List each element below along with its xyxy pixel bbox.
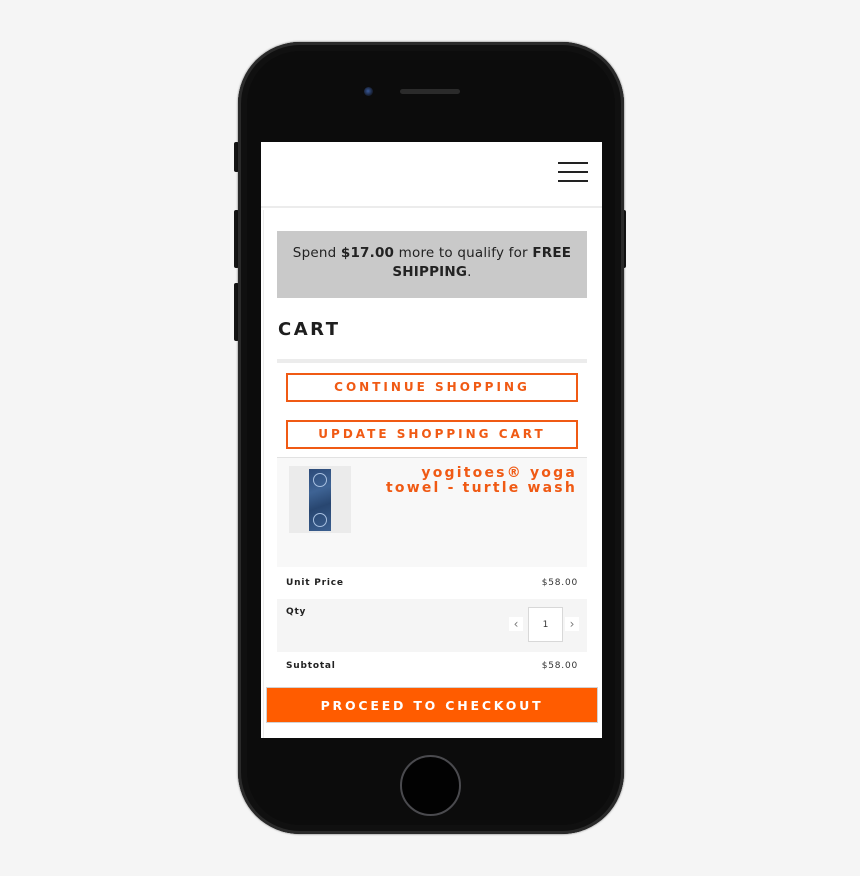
proceed-to-checkout-button[interactable]: PROCEED TO CHECKOUT (266, 687, 598, 723)
home-button (400, 755, 461, 816)
subtotal-value: $58.00 (541, 661, 578, 671)
hamburger-menu-icon[interactable] (558, 160, 588, 184)
banner-middle: more to qualify for (394, 245, 533, 261)
menu-line (558, 180, 588, 182)
content-divider (263, 210, 264, 738)
qty-decrement-chevron-left-icon[interactable]: ‹ (509, 617, 523, 631)
unit-price-value: $58.00 (541, 578, 578, 588)
subtotal-row: Subtotal $58.00 (277, 652, 587, 686)
front-camera-icon (364, 87, 373, 96)
phone-screen: Spend $17.00 more to qualify for FREE SH… (261, 142, 602, 738)
cart-item: yogitoes® yoga towel - turtle wash (277, 458, 587, 567)
unit-price-label: Unit Price (286, 578, 344, 588)
banner-suffix: . (467, 264, 472, 280)
banner-prefix: Spend (292, 245, 341, 261)
title-divider (277, 359, 587, 363)
qty-label: Qty (286, 607, 307, 617)
quantity-row: Qty ‹ › (277, 599, 587, 652)
continue-shopping-button[interactable]: CONTINUE SHOPPING (286, 373, 578, 402)
quantity-input[interactable] (528, 607, 563, 642)
page-title: CART (278, 319, 341, 340)
site-header (261, 142, 602, 208)
product-name-link[interactable]: yogitoes® yoga towel - turtle wash (377, 466, 577, 496)
phone-mockup-stage: Spend $17.00 more to qualify for FREE SH… (0, 0, 860, 876)
free-shipping-banner: Spend $17.00 more to qualify for FREE SH… (277, 231, 587, 298)
banner-amount: $17.00 (340, 245, 395, 261)
yoga-towel-image (309, 468, 331, 531)
qty-increment-chevron-right-icon[interactable]: › (565, 617, 579, 631)
subtotal-label: Subtotal (286, 661, 336, 671)
unit-price-row: Unit Price $58.00 (277, 567, 587, 599)
menu-line (558, 171, 588, 173)
update-cart-button[interactable]: UPDATE SHOPPING CART (286, 420, 578, 449)
earpiece-speaker (400, 89, 460, 94)
product-thumbnail[interactable] (289, 466, 351, 533)
menu-line (558, 162, 588, 164)
